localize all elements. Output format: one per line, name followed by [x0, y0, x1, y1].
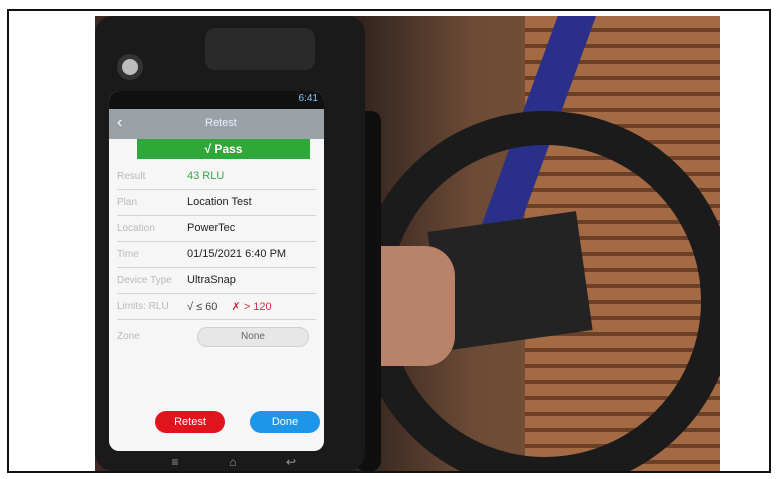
location-row: Location PowerTec [117, 215, 316, 242]
plan-label: Plan [117, 197, 138, 208]
camera [117, 54, 143, 80]
zone-label: Zone [117, 331, 140, 342]
device-screen: 6:41 ‹ Retest √ Pass Result 43 RLU Plan … [109, 91, 324, 451]
app-bar: ‹ Retest [109, 109, 324, 139]
location-value: PowerTec [187, 222, 236, 234]
time-row: Time 01/15/2021 6:40 PM [117, 241, 316, 268]
pass-banner: √ Pass [137, 139, 310, 159]
plan-row: Plan Location Test [117, 189, 316, 216]
limits-label: Limits: RLU [117, 301, 169, 312]
time-value: 01/15/2021 6:40 PM [187, 248, 287, 260]
zone-select[interactable]: None [197, 327, 309, 347]
limit-pass: √ ≤ 60 [187, 301, 218, 313]
result-row: Result 43 RLU [117, 163, 316, 190]
device-nav-bar: ≡ ⌂ ↩ [95, 454, 365, 471]
status-bar: 6:41 [109, 91, 324, 109]
device-type-value: UltraSnap [187, 274, 236, 286]
handheld-device: 6:41 ‹ Retest √ Pass Result 43 RLU Plan … [95, 16, 365, 471]
pass-label: √ Pass [204, 142, 243, 156]
time-label: Time [117, 249, 139, 260]
home-icon[interactable]: ⌂ [223, 454, 243, 470]
device-type-row: Device Type UltraSnap [117, 267, 316, 294]
plan-value: Location Test [187, 196, 252, 208]
retest-button[interactable]: Retest [155, 411, 225, 433]
done-button[interactable]: Done [250, 411, 320, 433]
status-time: 6:41 [298, 93, 318, 104]
device-type-label: Device Type [117, 275, 172, 286]
limit-fail: ✗ > 120 [231, 301, 272, 313]
result-label: Result [117, 171, 146, 182]
app-title: Retest [205, 117, 237, 129]
limits-row: Limits: RLU √ ≤ 60 ✗ > 120 [117, 293, 316, 320]
result-value: 43 RLU [187, 170, 225, 182]
location-label: Location [117, 223, 155, 234]
speaker-grille [205, 28, 315, 70]
zone-row: Zone None [117, 323, 316, 349]
limits-values: √ ≤ 60 ✗ > 120 [187, 300, 272, 313]
menu-icon[interactable]: ≡ [165, 454, 185, 470]
photo: 6:41 ‹ Retest √ Pass Result 43 RLU Plan … [95, 16, 720, 471]
chevron-left-icon[interactable]: ‹ [117, 114, 135, 132]
back-icon[interactable]: ↩ [281, 454, 301, 470]
